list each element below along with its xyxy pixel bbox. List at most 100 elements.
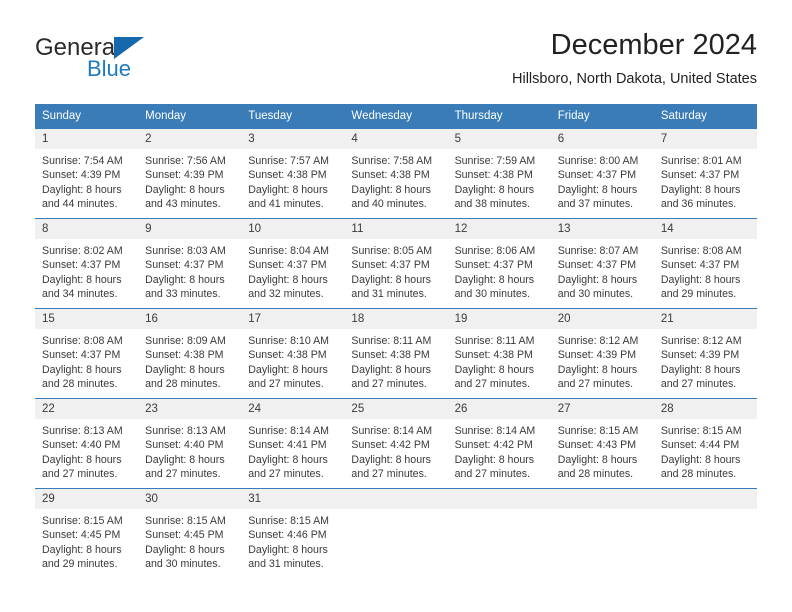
sunrise-time: Sunrise: 8:11 AM <box>454 335 535 347</box>
title-block: December 2024 Hillsboro, North Dakota, U… <box>512 28 757 88</box>
calendar-day-cell[interactable]: 28 Sunrise: 8:15 AM Sunset: 4:44 PM Dayligh… <box>653 398 757 489</box>
calendar-day-cell[interactable]: 11 Sunrise: 8:05 AM Sunset: 4:37 PM Dayligh… <box>344 218 448 309</box>
sunset-time: Sunset: 4:39 PM <box>145 169 224 182</box>
daylight-duration-line1: Daylight: 8 hours <box>351 273 431 286</box>
sunrise-time: Sunrise: 8:15 AM <box>660 425 742 437</box>
calendar-day-cell[interactable]: 24 Sunrise: 8:14 AM Sunset: 4:41 PM Dayligh… <box>241 398 345 489</box>
day-number: 3 <box>241 129 345 149</box>
sunset-time: Sunset: 4:37 PM <box>248 259 327 272</box>
calendar-day-cell[interactable]: 17 Sunrise: 8:10 AM Sunset: 4:38 PM Dayligh… <box>241 308 345 399</box>
calendar-day-cell[interactable]: 14 Sunrise: 8:08 AM Sunset: 4:37 PM Dayligh… <box>653 218 757 309</box>
daylight-duration-line1: Daylight: 8 hours <box>557 273 638 286</box>
daylight-duration-line2: and 27 minutes. <box>351 377 427 390</box>
daylight-duration-line1: Daylight: 8 hours <box>145 183 225 196</box>
daylight-duration-line1: Daylight: 8 hours <box>454 453 535 466</box>
calendar-day-cell[interactable]: 18 Sunrise: 8:11 AM Sunset: 4:38 PM Dayligh… <box>344 308 448 399</box>
day-details: Sunrise: 8:01 AM Sunset: 4:37 PM Daylight:… <box>654 149 757 211</box>
day-number: 8 <box>35 219 139 239</box>
day-number: 12 <box>447 219 551 239</box>
weekday-header-tuesday: Tuesday <box>241 104 345 129</box>
day-details: Sunrise: 8:09 AM Sunset: 4:38 PM Daylight:… <box>138 329 241 391</box>
daylight-duration-line1: Daylight: 8 hours <box>145 453 225 466</box>
sunrise-sunset-calendar-table: Sunday Monday Tuesday Wednesday Thursday… <box>35 104 757 578</box>
day-details: Sunrise: 8:12 AM Sunset: 4:39 PM Daylight:… <box>654 329 757 391</box>
day-details: Sunrise: 7:56 AM Sunset: 4:39 PM Daylight:… <box>138 149 241 211</box>
daylight-duration-line2: and 27 minutes. <box>145 467 221 480</box>
daylight-duration-line1: Daylight: 8 hours <box>145 363 225 376</box>
sunrise-time: Sunrise: 8:15 AM <box>557 425 639 437</box>
calendar-day-cell[interactable]: 4 Sunrise: 7:58 AM Sunset: 4:38 PM Daylight… <box>344 128 448 219</box>
day-details: Sunrise: 8:10 AM Sunset: 4:38 PM Daylight:… <box>241 329 344 391</box>
calendar-day-cell[interactable]: 9 Sunrise: 8:03 AM Sunset: 4:37 PM Daylight… <box>138 218 242 309</box>
day-number: 29 <box>35 489 139 509</box>
day-number: 23 <box>138 399 242 419</box>
calendar-day-cell[interactable]: 25 Sunrise: 8:14 AM Sunset: 4:42 PM Dayligh… <box>344 398 448 489</box>
calendar-day-cell[interactable]: 6 Sunrise: 8:00 AM Sunset: 4:37 PM Daylight… <box>550 128 654 219</box>
day-details: Sunrise: 7:57 AM Sunset: 4:38 PM Daylight:… <box>241 149 344 211</box>
daylight-duration-line2: and 27 minutes. <box>454 377 530 390</box>
sunset-time: Sunset: 4:38 PM <box>351 169 430 182</box>
calendar-day-cell[interactable]: 16 Sunrise: 8:09 AM Sunset: 4:38 PM Dayligh… <box>138 308 242 399</box>
sunrise-time: Sunrise: 8:04 AM <box>248 245 329 257</box>
daylight-duration-line2: and 28 minutes. <box>42 377 118 390</box>
day-details: Sunrise: 8:04 AM Sunset: 4:37 PM Daylight:… <box>241 239 344 301</box>
day-number: 19 <box>447 309 551 329</box>
calendar-day-cell[interactable]: 8 Sunrise: 8:02 AM Sunset: 4:37 PM Daylight… <box>35 218 139 309</box>
day-number: 5 <box>447 129 551 149</box>
general-blue-logo[interactable]: General Blue <box>35 36 235 88</box>
day-details: Sunrise: 8:15 AM Sunset: 4:45 PM Daylight:… <box>35 509 138 571</box>
sunset-time: Sunset: 4:38 PM <box>454 349 533 362</box>
calendar-day-cell[interactable]: 3 Sunrise: 7:57 AM Sunset: 4:38 PM Daylight… <box>241 128 345 219</box>
calendar-day-cell[interactable]: 7 Sunrise: 8:01 AM Sunset: 4:37 PM Daylight… <box>653 128 757 219</box>
daylight-duration-line2: and 30 minutes. <box>454 287 530 300</box>
calendar-day-cell[interactable]: 30 Sunrise: 8:15 AM Sunset: 4:45 PM Dayligh… <box>138 488 242 578</box>
page-subtitle-location: Hillsboro, North Dakota, United States <box>512 71 757 87</box>
sunrise-time: Sunrise: 7:56 AM <box>145 155 226 167</box>
day-details: Sunrise: 8:15 AM Sunset: 4:43 PM Daylight:… <box>551 419 654 481</box>
daylight-duration-line1: Daylight: 8 hours <box>42 453 122 466</box>
daylight-duration-line2: and 28 minutes. <box>145 377 221 390</box>
sunrise-time: Sunrise: 7:54 AM <box>42 155 123 167</box>
calendar-day-cell[interactable]: 2 Sunrise: 7:56 AM Sunset: 4:39 PM Daylight… <box>138 128 242 219</box>
daylight-duration-line1: Daylight: 8 hours <box>248 363 328 376</box>
day-details: Sunrise: 8:15 AM Sunset: 4:46 PM Daylight:… <box>241 509 344 571</box>
day-details: Sunrise: 8:14 AM Sunset: 4:42 PM Daylight:… <box>344 419 447 481</box>
day-details: Sunrise: 8:15 AM Sunset: 4:45 PM Daylight:… <box>138 509 241 571</box>
day-details: Sunrise: 8:08 AM Sunset: 4:37 PM Daylight:… <box>654 239 757 301</box>
day-details: Sunrise: 8:07 AM Sunset: 4:37 PM Daylight:… <box>551 239 654 301</box>
calendar-day-cell[interactable]: 10 Sunrise: 8:04 AM Sunset: 4:37 PM Dayligh… <box>241 218 345 309</box>
daylight-duration-line2: and 40 minutes. <box>351 197 427 210</box>
day-number: 10 <box>241 219 345 239</box>
calendar-day-cell[interactable]: 29 Sunrise: 8:15 AM Sunset: 4:45 PM Dayligh… <box>35 488 139 578</box>
calendar-week-row: 15 Sunrise: 8:08 AM Sunset: 4:37 PM Dayligh… <box>35 308 757 399</box>
calendar-day-cell[interactable]: 15 Sunrise: 8:08 AM Sunset: 4:37 PM Dayligh… <box>35 308 139 399</box>
calendar-day-cell[interactable]: 13 Sunrise: 8:07 AM Sunset: 4:37 PM Dayligh… <box>550 218 654 309</box>
calendar-day-cell[interactable]: 31 Sunrise: 8:15 AM Sunset: 4:46 PM Dayligh… <box>241 488 345 578</box>
daylight-duration-line2: and 27 minutes. <box>248 467 324 480</box>
calendar-day-cell[interactable]: 27 Sunrise: 8:15 AM Sunset: 4:43 PM Dayligh… <box>550 398 654 489</box>
page-title: December 2024 <box>550 29 757 61</box>
day-number: 15 <box>35 309 139 329</box>
sunrise-time: Sunrise: 8:11 AM <box>351 335 432 347</box>
calendar-day-cell[interactable]: 1 Sunrise: 7:54 AM Sunset: 4:39 PM Daylight… <box>35 128 139 219</box>
day-details: Sunrise: 8:08 AM Sunset: 4:37 PM Daylight:… <box>35 329 138 391</box>
day-number <box>653 489 757 509</box>
daylight-duration-line2: and 27 minutes. <box>557 377 634 390</box>
calendar-day-cell[interactable]: 20 Sunrise: 8:12 AM Sunset: 4:39 PM Dayligh… <box>550 308 654 399</box>
sunset-time: Sunset: 4:42 PM <box>351 439 430 452</box>
calendar-day-cell[interactable]: 23 Sunrise: 8:13 AM Sunset: 4:40 PM Dayligh… <box>138 398 242 489</box>
sunrise-time: Sunrise: 8:10 AM <box>248 335 329 347</box>
weekday-header-friday: Friday <box>550 104 654 129</box>
calendar-day-cell[interactable]: 22 Sunrise: 8:13 AM Sunset: 4:40 PM Dayligh… <box>35 398 139 489</box>
sunset-time: Sunset: 4:38 PM <box>248 169 327 182</box>
calendar-week-row: 29 Sunrise: 8:15 AM Sunset: 4:45 PM Dayligh… <box>35 488 757 578</box>
day-details: Sunrise: 7:59 AM Sunset: 4:38 PM Daylight:… <box>448 149 551 211</box>
calendar-day-cell[interactable]: 12 Sunrise: 8:06 AM Sunset: 4:37 PM Dayligh… <box>447 218 551 309</box>
calendar-day-cell[interactable]: 5 Sunrise: 7:59 AM Sunset: 4:38 PM Daylight… <box>447 128 551 219</box>
daylight-duration-line2: and 30 minutes. <box>145 557 221 570</box>
daylight-duration-line2: and 28 minutes. <box>557 467 634 480</box>
calendar-day-cell[interactable]: 26 Sunrise: 8:14 AM Sunset: 4:42 PM Dayligh… <box>447 398 551 489</box>
calendar-day-cell[interactable]: 21 Sunrise: 8:12 AM Sunset: 4:39 PM Dayligh… <box>653 308 757 399</box>
calendar-day-cell[interactable]: 19 Sunrise: 8:11 AM Sunset: 4:38 PM Dayligh… <box>447 308 551 399</box>
daylight-duration-line1: Daylight: 8 hours <box>248 453 328 466</box>
